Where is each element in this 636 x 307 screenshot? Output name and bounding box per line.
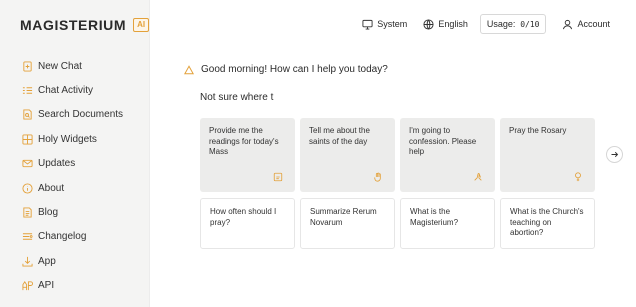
api-icon: [22, 280, 33, 291]
suggestion-text: Provide me the readings for today's Mass: [209, 126, 279, 156]
suggestion-card-saints[interactable]: Tell me about the saints of the day: [300, 118, 395, 192]
calendar-icon: [273, 172, 283, 182]
sidebar: MAGISTERIUM AI New Chat Chat Activity Se…: [0, 0, 150, 307]
language-button[interactable]: English: [423, 18, 468, 30]
sidebar-item-label: New Chat: [38, 60, 82, 72]
ai-badge: AI: [133, 18, 150, 32]
suggestion-card-magisterium[interactable]: What is the Magisterium?: [400, 198, 495, 249]
account-button[interactable]: Account: [562, 19, 610, 30]
sidebar-item-blog[interactable]: Blog: [22, 200, 123, 224]
triangle-logo-icon: [184, 64, 194, 74]
document-icon: [22, 207, 33, 218]
arrow-right-icon: [611, 151, 619, 158]
account-label: Account: [577, 19, 610, 29]
topbar: System English Usage: 0/10 Account: [346, 14, 610, 34]
sidebar-item-label: Updates: [38, 158, 76, 170]
sidebar-item-label: Changelog: [38, 231, 87, 243]
language-label: English: [438, 19, 468, 29]
sidebar-item-app[interactable]: App: [22, 249, 123, 273]
suggestion-card-readings[interactable]: Provide me the readings for today's Mass: [200, 118, 295, 192]
sidebar-item-label: Blog: [38, 207, 59, 219]
sidebar-item-search-documents[interactable]: Search Documents: [22, 103, 123, 127]
sidebar-item-label: Search Documents: [38, 109, 124, 121]
sidebar-nav: New Chat Chat Activity Search Documents …: [22, 54, 123, 298]
hand-icon: [373, 172, 383, 182]
next-suggestions-button[interactable]: [606, 146, 623, 163]
info-icon: [22, 183, 33, 194]
suggestion-text: How often should I pray?: [210, 207, 277, 227]
assistant-greeting: Good morning! How can I help you today?: [184, 64, 388, 75]
suggestion-text: What is the Magisterium?: [410, 207, 459, 227]
suggestion-text: Summarize Rerum Novarum: [310, 207, 377, 227]
suggestion-text: Tell me about the saints of the day: [309, 126, 370, 146]
suggestion-card-rerum-novarum[interactable]: Summarize Rerum Novarum: [300, 198, 395, 249]
sidebar-item-label: About: [38, 182, 65, 194]
suggestion-text: I'm going to confession. Please help: [409, 126, 477, 156]
logo-text: MAGISTERIUM: [20, 17, 127, 33]
changelog-icon: [22, 231, 33, 242]
rosary-icon: [573, 172, 583, 182]
logo[interactable]: MAGISTERIUM AI: [20, 17, 150, 33]
sidebar-item-new-chat[interactable]: New Chat: [22, 54, 123, 78]
globe-icon: [423, 18, 434, 30]
system-theme-button[interactable]: System: [362, 19, 407, 30]
suggestion-card-rosary[interactable]: Pray the Rosary: [500, 118, 595, 192]
sidebar-item-changelog[interactable]: Changelog: [22, 225, 123, 249]
sidebar-item-label: Holy Widgets: [38, 133, 97, 145]
sidebar-item-label: Chat Activity: [38, 85, 94, 97]
sidebar-item-label: API: [38, 280, 55, 292]
sidebar-item-holy-widgets[interactable]: Holy Widgets: [22, 127, 123, 151]
monitor-icon: [362, 19, 373, 30]
new-chat-icon: [22, 61, 33, 72]
widgets-icon: [22, 134, 33, 145]
mail-icon: [22, 158, 33, 169]
download-icon: [22, 256, 33, 267]
sidebar-item-api[interactable]: API: [22, 274, 123, 298]
list-icon: [22, 85, 33, 96]
usage-value: 0/10: [520, 20, 540, 29]
usage-counter[interactable]: Usage: 0/10: [479, 14, 547, 34]
search-document-icon: [22, 109, 33, 121]
sidebar-item-updates[interactable]: Updates: [22, 152, 123, 176]
usage-label: Usage:: [486, 19, 516, 29]
suggestion-text: Pray the Rosary: [509, 126, 567, 135]
user-icon: [563, 19, 573, 29]
pray-hands-icon: [473, 172, 483, 182]
suggestion-card-prayer-frequency[interactable]: How often should I pray?: [200, 198, 295, 249]
suggestion-card-abortion-teaching[interactable]: What is the Church's teaching on abortio…: [500, 198, 595, 249]
chat-input[interactable]: [200, 90, 580, 104]
greeting-text: Good morning! How can I help you today?: [201, 64, 388, 75]
sidebar-item-label: App: [38, 255, 56, 267]
suggestion-card-confession[interactable]: I'm going to confession. Please help: [400, 118, 495, 192]
suggestion-text: What is the Church's teaching on abortio…: [510, 207, 584, 237]
sidebar-item-about[interactable]: About: [22, 176, 123, 200]
sidebar-item-chat-activity[interactable]: Chat Activity: [22, 78, 123, 102]
system-label: System: [377, 19, 408, 29]
